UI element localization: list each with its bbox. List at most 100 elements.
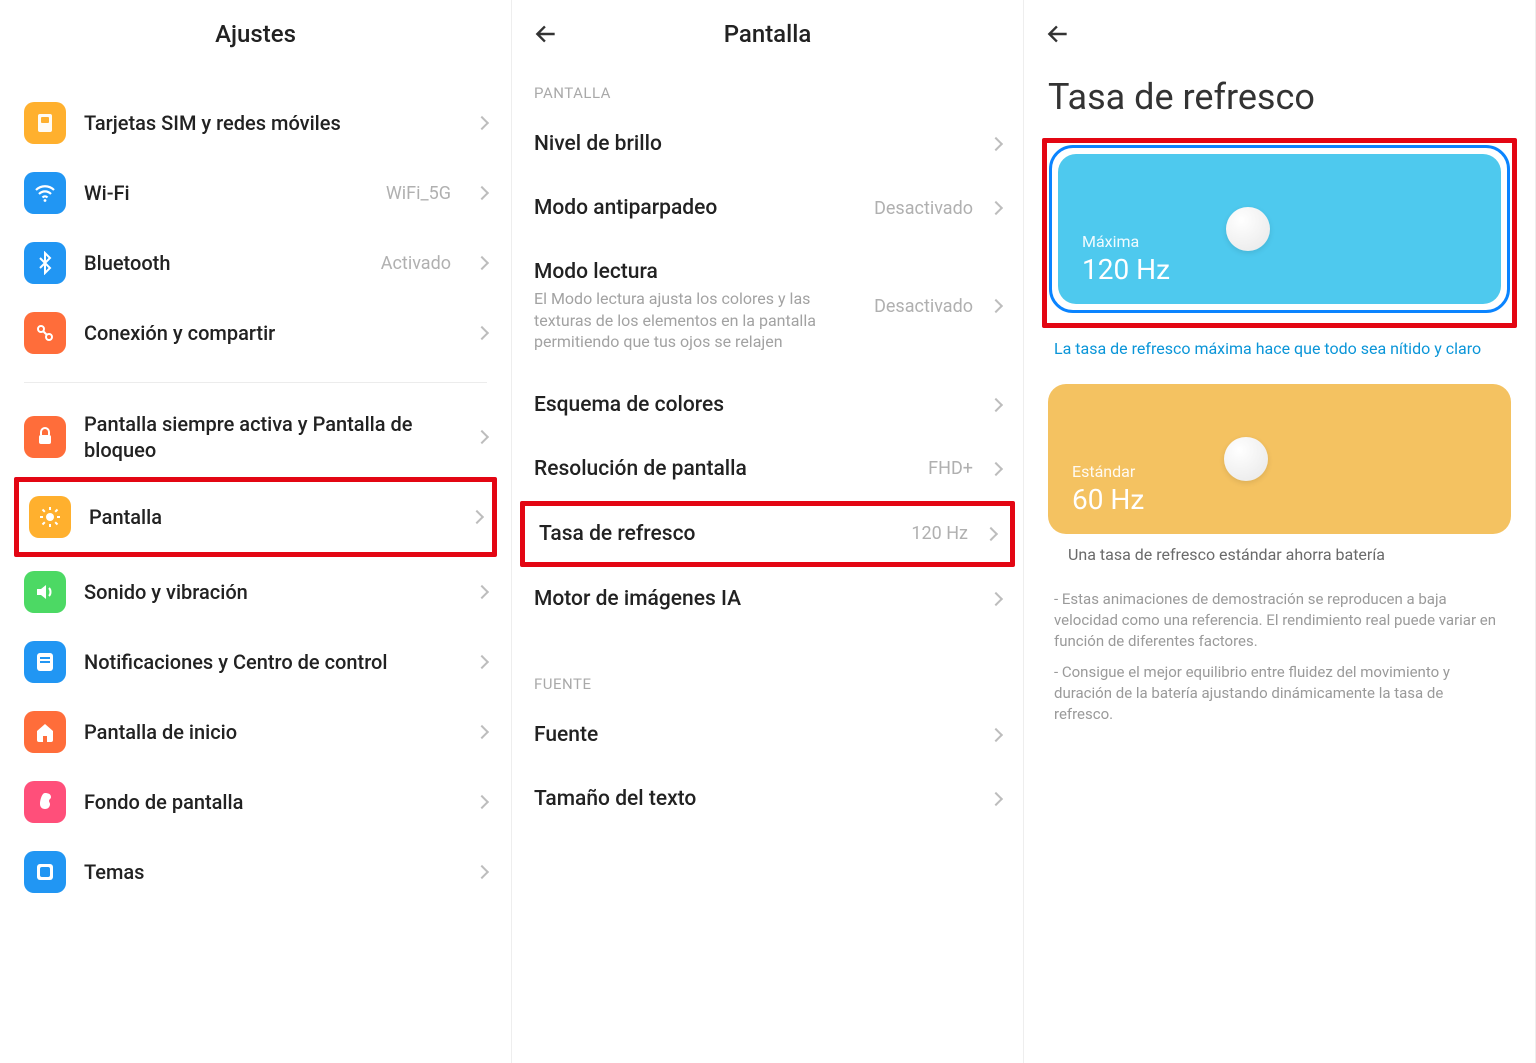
section-label-pantalla: PANTALLA [534,84,1001,102]
highlight-refresh: Tasa de refresco 120 Hz [520,501,1015,567]
display-title: Pantalla [724,20,812,48]
setting-label: Temas [84,859,459,885]
refresh-panel: Tasa de refresco Máxima 120 Hz La tasa d… [1024,0,1536,1063]
setting-row-homescreen[interactable]: Pantalla de inicio [14,697,497,767]
chevron-right-icon [475,186,489,200]
chevron-right-icon [475,430,489,444]
settings-list: Tarjetas SIM y redes móviles Wi-Fi WiFi_… [0,68,511,907]
setting-label: Notificaciones y Centro de control [84,649,459,675]
setting-label: Bluetooth [84,250,363,276]
option-value: FHD+ [928,458,973,479]
setting-label: Sonido y vibración [84,579,459,605]
sound-icon [24,571,66,613]
wifi-icon [24,172,66,214]
option-desc: El Modo lectura ajusta los colores y las… [534,288,824,353]
rate-hz: 120 Hz [1082,253,1477,286]
setting-row-sound[interactable]: Sonido y vibración [14,557,497,627]
option-title: Modo lectura [534,260,864,284]
setting-row-notifications[interactable]: Notificaciones y Centro de control [14,627,497,697]
option-title: Nivel de brillo [534,132,981,156]
option-title: Esquema de colores [534,393,981,417]
section-label-fuente: FUENTE [534,675,1001,693]
chevron-right-icon [475,655,489,669]
setting-label: Tarjetas SIM y redes móviles [84,110,459,136]
option-textsize[interactable]: Tamaño del texto [534,767,1001,831]
option-readmode[interactable]: Modo lectura El Modo lectura ajusta los … [534,240,1001,373]
setting-label: Wi-Fi [84,180,368,206]
setting-value: WiFi_5G [386,183,451,204]
refresh-content: Tasa de refresco Máxima 120 Hz La tasa d… [1024,76,1535,725]
option-ai-engine[interactable]: Motor de imágenes IA [534,567,1001,631]
divider [24,382,487,383]
bluetooth-icon [24,242,66,284]
rate-caption-std: Una tasa de refresco estándar ahorra bat… [1054,544,1505,566]
brightness-icon [29,496,71,538]
option-font[interactable]: Fuente [534,703,1001,767]
chevron-right-icon [989,728,1003,742]
refresh-header [1024,0,1535,68]
option-value: 120 Hz [911,523,968,544]
setting-row-lockscreen[interactable]: Pantalla siempre activa y Pantalla de bl… [14,397,497,477]
rate-caption-max: La tasa de refresco máxima hace que todo… [1054,338,1505,360]
setting-label: Conexión y compartir [84,320,459,346]
chevron-right-icon [475,256,489,270]
setting-row-sim[interactable]: Tarjetas SIM y redes móviles [14,88,497,158]
option-title: Motor de imágenes IA [534,587,981,611]
display-header: Pantalla [512,0,1023,68]
chevron-right-icon [475,795,489,809]
page-title: Tasa de refresco [1048,76,1511,118]
chevron-right-icon [989,592,1003,606]
chevron-right-icon [475,865,489,879]
highlight-max-card: Máxima 120 Hz [1042,138,1517,328]
chevron-right-icon [989,398,1003,412]
setting-label: Fondo de pantalla [84,789,459,815]
setting-label: Pantalla de inicio [84,719,459,745]
chevron-right-icon [989,462,1003,476]
highlight-pantalla: Pantalla [14,477,497,557]
chevron-right-icon [470,510,484,524]
chevron-right-icon [475,116,489,130]
option-resolution[interactable]: Resolución de pantalla FHD+ [534,437,1001,501]
display-panel: Pantalla PANTALLA Nivel de brillo Modo a… [512,0,1024,1063]
setting-row-themes[interactable]: Temas [14,837,497,907]
setting-label: Pantalla siempre activa y Pantalla de bl… [84,411,459,463]
setting-row-wallpaper[interactable]: Fondo de pantalla [14,767,497,837]
demo-ball-icon [1224,437,1268,481]
option-value: Desactivado [874,198,973,219]
setting-row-display[interactable]: Pantalla [19,482,492,552]
option-title: Modo antiparpadeo [534,196,864,220]
settings-header: Ajustes [0,0,511,68]
rate-card-max[interactable]: Máxima 120 Hz [1058,154,1501,304]
rate-card-std-wrap: Estándar 60 Hz [1048,384,1511,534]
rate-card-std[interactable]: Estándar 60 Hz [1048,384,1511,534]
themes-icon [24,851,66,893]
back-button[interactable] [1044,20,1072,48]
chevron-right-icon [475,326,489,340]
option-brightness[interactable]: Nivel de brillo [534,112,1001,176]
rate-name: Estándar [1072,462,1487,481]
setting-row-bluetooth[interactable]: Bluetooth Activado [14,228,497,298]
option-title: Tamaño del texto [534,787,981,811]
option-colorscheme[interactable]: Esquema de colores [534,373,1001,437]
rate-card-max-outer: Máxima 120 Hz [1049,145,1510,313]
option-antiflicker[interactable]: Modo antiparpadeo Desactivado [534,176,1001,240]
display-content: PANTALLA Nivel de brillo Modo antiparpad… [512,84,1023,831]
option-title: Fuente [534,723,981,747]
back-button[interactable] [532,20,560,48]
demo-ball-icon [1226,207,1270,251]
chevron-right-icon [475,725,489,739]
settings-title: Ajustes [215,20,296,48]
chevron-right-icon [475,585,489,599]
wallpaper-icon [24,781,66,823]
footnote-1: - Estas animaciones de demostración se r… [1054,589,1505,652]
option-refresh-rate[interactable]: Tasa de refresco 120 Hz [525,506,1010,562]
setting-row-connection[interactable]: Conexión y compartir [14,298,497,368]
sim-icon [24,102,66,144]
setting-row-wifi[interactable]: Wi-Fi WiFi_5G [14,158,497,228]
footnote-2: - Consigue el mejor equilibrio entre flu… [1054,662,1505,725]
rate-name: Máxima [1082,232,1477,251]
chevron-right-icon [984,527,998,541]
setting-label: Pantalla [89,504,454,530]
notifications-icon [24,641,66,683]
chevron-right-icon [989,201,1003,215]
